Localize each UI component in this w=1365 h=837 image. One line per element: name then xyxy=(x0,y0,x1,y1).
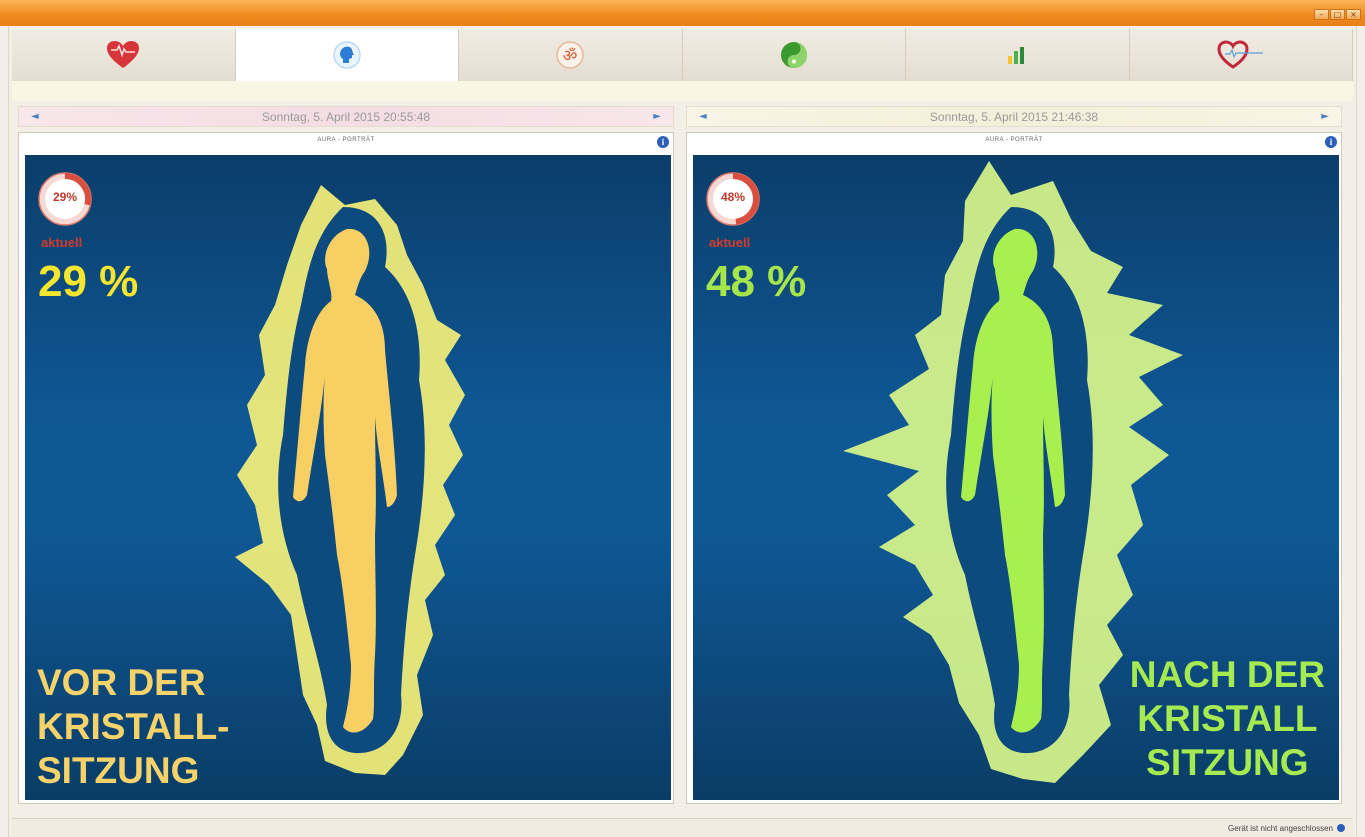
aura-panel-after: ◄ Sonntag, 5. April 2015 21:46:38 ► AURA… xyxy=(686,106,1342,804)
caption-line: SITZUNG xyxy=(37,750,200,791)
session-date: Sonntag, 5. April 2015 21:46:38 xyxy=(929,109,1099,124)
main-tabs: ॐ xyxy=(12,29,1353,81)
info-icon[interactable]: i xyxy=(657,136,669,148)
caption-line: NACH DER xyxy=(1129,654,1325,695)
window-controls: – □ × xyxy=(1314,9,1361,20)
date-navigator: ◄ Sonntag, 5. April 2015 21:46:38 ► xyxy=(686,106,1342,127)
aura-panel-before: ◄ Sonntag, 5. April 2015 20:55:48 ► AURA… xyxy=(18,106,674,804)
tab-aura[interactable] xyxy=(235,29,459,81)
tab-heart[interactable] xyxy=(12,29,236,81)
date-navigator: ◄ Sonntag, 5. April 2015 20:55:48 ► xyxy=(18,106,674,127)
heart-icon xyxy=(107,41,140,68)
tab-heart-logo[interactable] xyxy=(1129,29,1353,81)
status-bar: Gerät ist nicht angeschlossen xyxy=(12,818,1353,837)
current-label: aktuell xyxy=(41,235,83,250)
info-icon[interactable]: i xyxy=(1325,136,1337,148)
session-date: Sonntag, 5. April 2015 20:55:48 xyxy=(261,109,431,124)
svg-text:ॐ: ॐ xyxy=(563,46,578,65)
close-button[interactable]: × xyxy=(1346,9,1361,20)
gauge-label: 48% xyxy=(720,190,746,204)
yin-yang-icon xyxy=(780,42,807,68)
tab-balance[interactable] xyxy=(682,29,906,81)
minimize-button[interactable]: – xyxy=(1314,9,1329,20)
tab-statistics[interactable] xyxy=(906,29,1130,81)
head-profile-icon xyxy=(333,41,361,69)
aura-canvas: 29% aktuell 29 % VOR DER KRISTALL- SITZU… xyxy=(25,155,671,800)
next-arrow-icon[interactable]: ► xyxy=(653,111,661,122)
bar-chart-icon xyxy=(1008,47,1025,64)
caption-line: KRISTALL- xyxy=(37,706,230,747)
aura-portrait-card: AURA - PORTRÄT i 48% aktuell 48 % NACH D… xyxy=(686,132,1342,804)
percent-value: 48 % xyxy=(706,257,807,306)
gauge-label: 29% xyxy=(52,190,78,204)
panel-caption: VOR DER KRISTALL- SITZUNG xyxy=(37,661,230,793)
previous-arrow-icon[interactable]: ◄ xyxy=(31,111,39,122)
aura-portrait-card: AURA - PORTRÄT i 29% aktuell 29 % VOR DE… xyxy=(18,132,674,804)
next-arrow-icon[interactable]: ► xyxy=(1321,111,1329,122)
om-symbol-icon: ॐ xyxy=(556,41,584,69)
percent-value: 29 % xyxy=(38,257,139,306)
caption-line: SITZUNG xyxy=(1146,742,1309,783)
maximize-button[interactable]: □ xyxy=(1330,9,1345,20)
current-label: aktuell xyxy=(709,235,751,250)
heart-logo-icon xyxy=(1217,40,1263,69)
aura-canvas: 48% aktuell 48 % NACH DER KRISTALL SITZU… xyxy=(693,155,1339,800)
caption-line: VOR DER xyxy=(37,662,206,703)
previous-arrow-icon[interactable]: ◄ xyxy=(699,111,707,122)
window-titlebar: – □ × xyxy=(0,0,1365,26)
toolbar-strip xyxy=(12,81,1353,101)
card-title: AURA - PORTRÄT xyxy=(317,137,375,143)
device-status-icon xyxy=(1337,824,1345,832)
tab-chakra[interactable]: ॐ xyxy=(459,29,683,81)
device-status-text: Gerät ist nicht angeschlossen xyxy=(1228,824,1333,833)
panel-caption: NACH DER KRISTALL SITZUNG xyxy=(1130,653,1325,785)
caption-line: KRISTALL xyxy=(1137,698,1318,739)
card-title: AURA - PORTRÄT xyxy=(985,137,1043,143)
